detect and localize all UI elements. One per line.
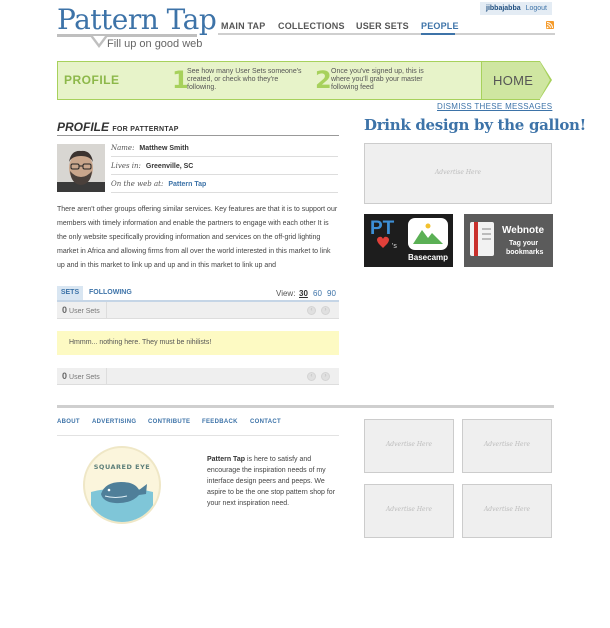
tab-sets[interactable]: SETS bbox=[57, 286, 83, 300]
view-option-60[interactable]: 60 bbox=[313, 289, 322, 298]
profile-name-row: Name: Matthew Smith bbox=[111, 139, 338, 157]
site-logo[interactable]: Pattern Tap bbox=[57, 4, 217, 36]
empty-notice: Hmmm... nothing here. They must be nihil… bbox=[57, 331, 339, 355]
advertise-slot-main[interactable]: Advertise Here bbox=[364, 143, 552, 204]
about-blurb: Pattern Tap is here to satisfy and encou… bbox=[207, 454, 339, 509]
advertise-slot-footer-1[interactable]: Advertise Here bbox=[364, 419, 454, 473]
advertise-slot-footer-4[interactable]: Advertise Here bbox=[462, 484, 552, 538]
promo-webnote-brand: Webnote bbox=[502, 225, 544, 236]
footer-link-contact[interactable]: CONTACT bbox=[250, 419, 281, 425]
footer-divider bbox=[57, 405, 554, 408]
footer-link-feedback[interactable]: FEEDBACK bbox=[202, 419, 238, 425]
view-label: View: bbox=[276, 289, 296, 298]
nav-active-indicator bbox=[421, 33, 455, 35]
sets-count-label: User Sets bbox=[69, 308, 100, 315]
step-2-number: 2 bbox=[315, 66, 332, 94]
sidebar-tagline: Drink design by the gallon! bbox=[364, 116, 586, 134]
user-box: jibbajabba Logout bbox=[480, 2, 552, 15]
profile-heading-title: PROFILE bbox=[57, 120, 110, 134]
logo-notch-inner bbox=[93, 36, 105, 44]
username-link[interactable]: jibbajabba bbox=[486, 5, 521, 12]
home-button-label[interactable]: HOME bbox=[493, 73, 533, 88]
nav-collections[interactable]: COLLECTIONS bbox=[278, 21, 345, 31]
step-1-text: See how many User Sets someone's created… bbox=[187, 68, 302, 91]
sets-count-bar-top: 0 User Sets ‹ › bbox=[57, 302, 339, 319]
sets-count: 0 bbox=[62, 371, 68, 381]
banner-arrow-inner bbox=[540, 62, 550, 98]
logout-link[interactable]: Logout bbox=[526, 5, 547, 12]
prev-page-icon[interactable]: ‹ bbox=[307, 372, 316, 381]
profile-web-row: On the web at: Pattern Tap bbox=[111, 175, 338, 193]
sets-bar-separator bbox=[106, 368, 107, 385]
banner-title: PROFILE bbox=[64, 73, 120, 87]
profile-location-row: Lives in: Greenville, SC bbox=[111, 157, 338, 175]
profile-heading: PROFILE FOR PATTERNTAP bbox=[57, 120, 179, 134]
footer-link-advertising[interactable]: ADVERTISING bbox=[92, 419, 136, 425]
about-text: is here to satisfy and encourage the ins… bbox=[207, 456, 336, 507]
lives-value: Greenville, SC bbox=[145, 163, 194, 170]
basecamp-promo[interactable]: PT 's Basecamp bbox=[364, 214, 453, 267]
nav-people[interactable]: PEOPLE bbox=[421, 21, 459, 31]
squared-eye-badge[interactable]: SQUARED EYE bbox=[83, 446, 161, 524]
sets-count-label: User Sets bbox=[69, 374, 100, 381]
next-page-icon[interactable]: › bbox=[321, 372, 330, 381]
promo-basecamp-label: Basecamp bbox=[408, 253, 448, 262]
view-option-30[interactable]: 30 bbox=[299, 289, 308, 298]
step-2-text: Once you've signed up, this is where you… bbox=[331, 68, 424, 91]
advertise-slot-footer-3[interactable]: Advertise Here bbox=[364, 484, 454, 538]
sets-count: 0 bbox=[62, 305, 68, 315]
about-brand: Pattern Tap bbox=[207, 456, 245, 463]
nav-divider bbox=[218, 33, 555, 35]
footer-links-divider bbox=[57, 435, 339, 436]
sets-bar-separator bbox=[106, 302, 107, 319]
tab-following[interactable]: FOLLOWING bbox=[89, 286, 132, 300]
name-value: Matthew Smith bbox=[139, 145, 189, 152]
profile-bio: There aren't other groups offering simil… bbox=[57, 206, 338, 269]
nav-main-tap[interactable]: MAIN TAP bbox=[221, 21, 265, 31]
webnote-promo[interactable]: Webnote Tag your bookmarks bbox=[464, 214, 553, 267]
next-page-icon[interactable]: › bbox=[321, 306, 330, 315]
advertise-slot-footer-2[interactable]: Advertise Here bbox=[462, 419, 552, 473]
dismiss-messages-link[interactable]: DISMISS THESE MESSAGES bbox=[437, 102, 552, 111]
footer-link-contribute[interactable]: CONTRIBUTE bbox=[148, 419, 190, 425]
prev-page-icon[interactable]: ‹ bbox=[307, 306, 316, 315]
footer-link-about[interactable]: ABOUT bbox=[57, 419, 80, 425]
name-label: Name: bbox=[111, 144, 135, 152]
promo-webnote-line2: bookmarks bbox=[506, 249, 543, 256]
logo-underline bbox=[57, 34, 197, 37]
badge-text: SQUARED EYE bbox=[94, 463, 151, 471]
lives-label: Lives in: bbox=[111, 162, 141, 170]
profile-divider bbox=[57, 135, 339, 136]
view-option-90[interactable]: 90 bbox=[327, 289, 336, 298]
rss-icon[interactable] bbox=[546, 21, 554, 29]
promo-possessive: 's bbox=[392, 243, 397, 250]
avatar bbox=[57, 144, 105, 192]
sets-count-bar-bottom: 0 User Sets ‹ › bbox=[57, 368, 339, 385]
web-label: On the web at: bbox=[111, 180, 164, 188]
logo-tagline: Fill up on good web bbox=[107, 38, 203, 50]
web-link[interactable]: Pattern Tap bbox=[168, 181, 206, 188]
profile-heading-for: FOR PATTERNTAP bbox=[112, 126, 179, 133]
promo-pt-text: PT bbox=[370, 218, 395, 239]
nav-user-sets[interactable]: USER SETS bbox=[356, 21, 409, 31]
promo-webnote-line1: Tag your bbox=[509, 240, 538, 247]
